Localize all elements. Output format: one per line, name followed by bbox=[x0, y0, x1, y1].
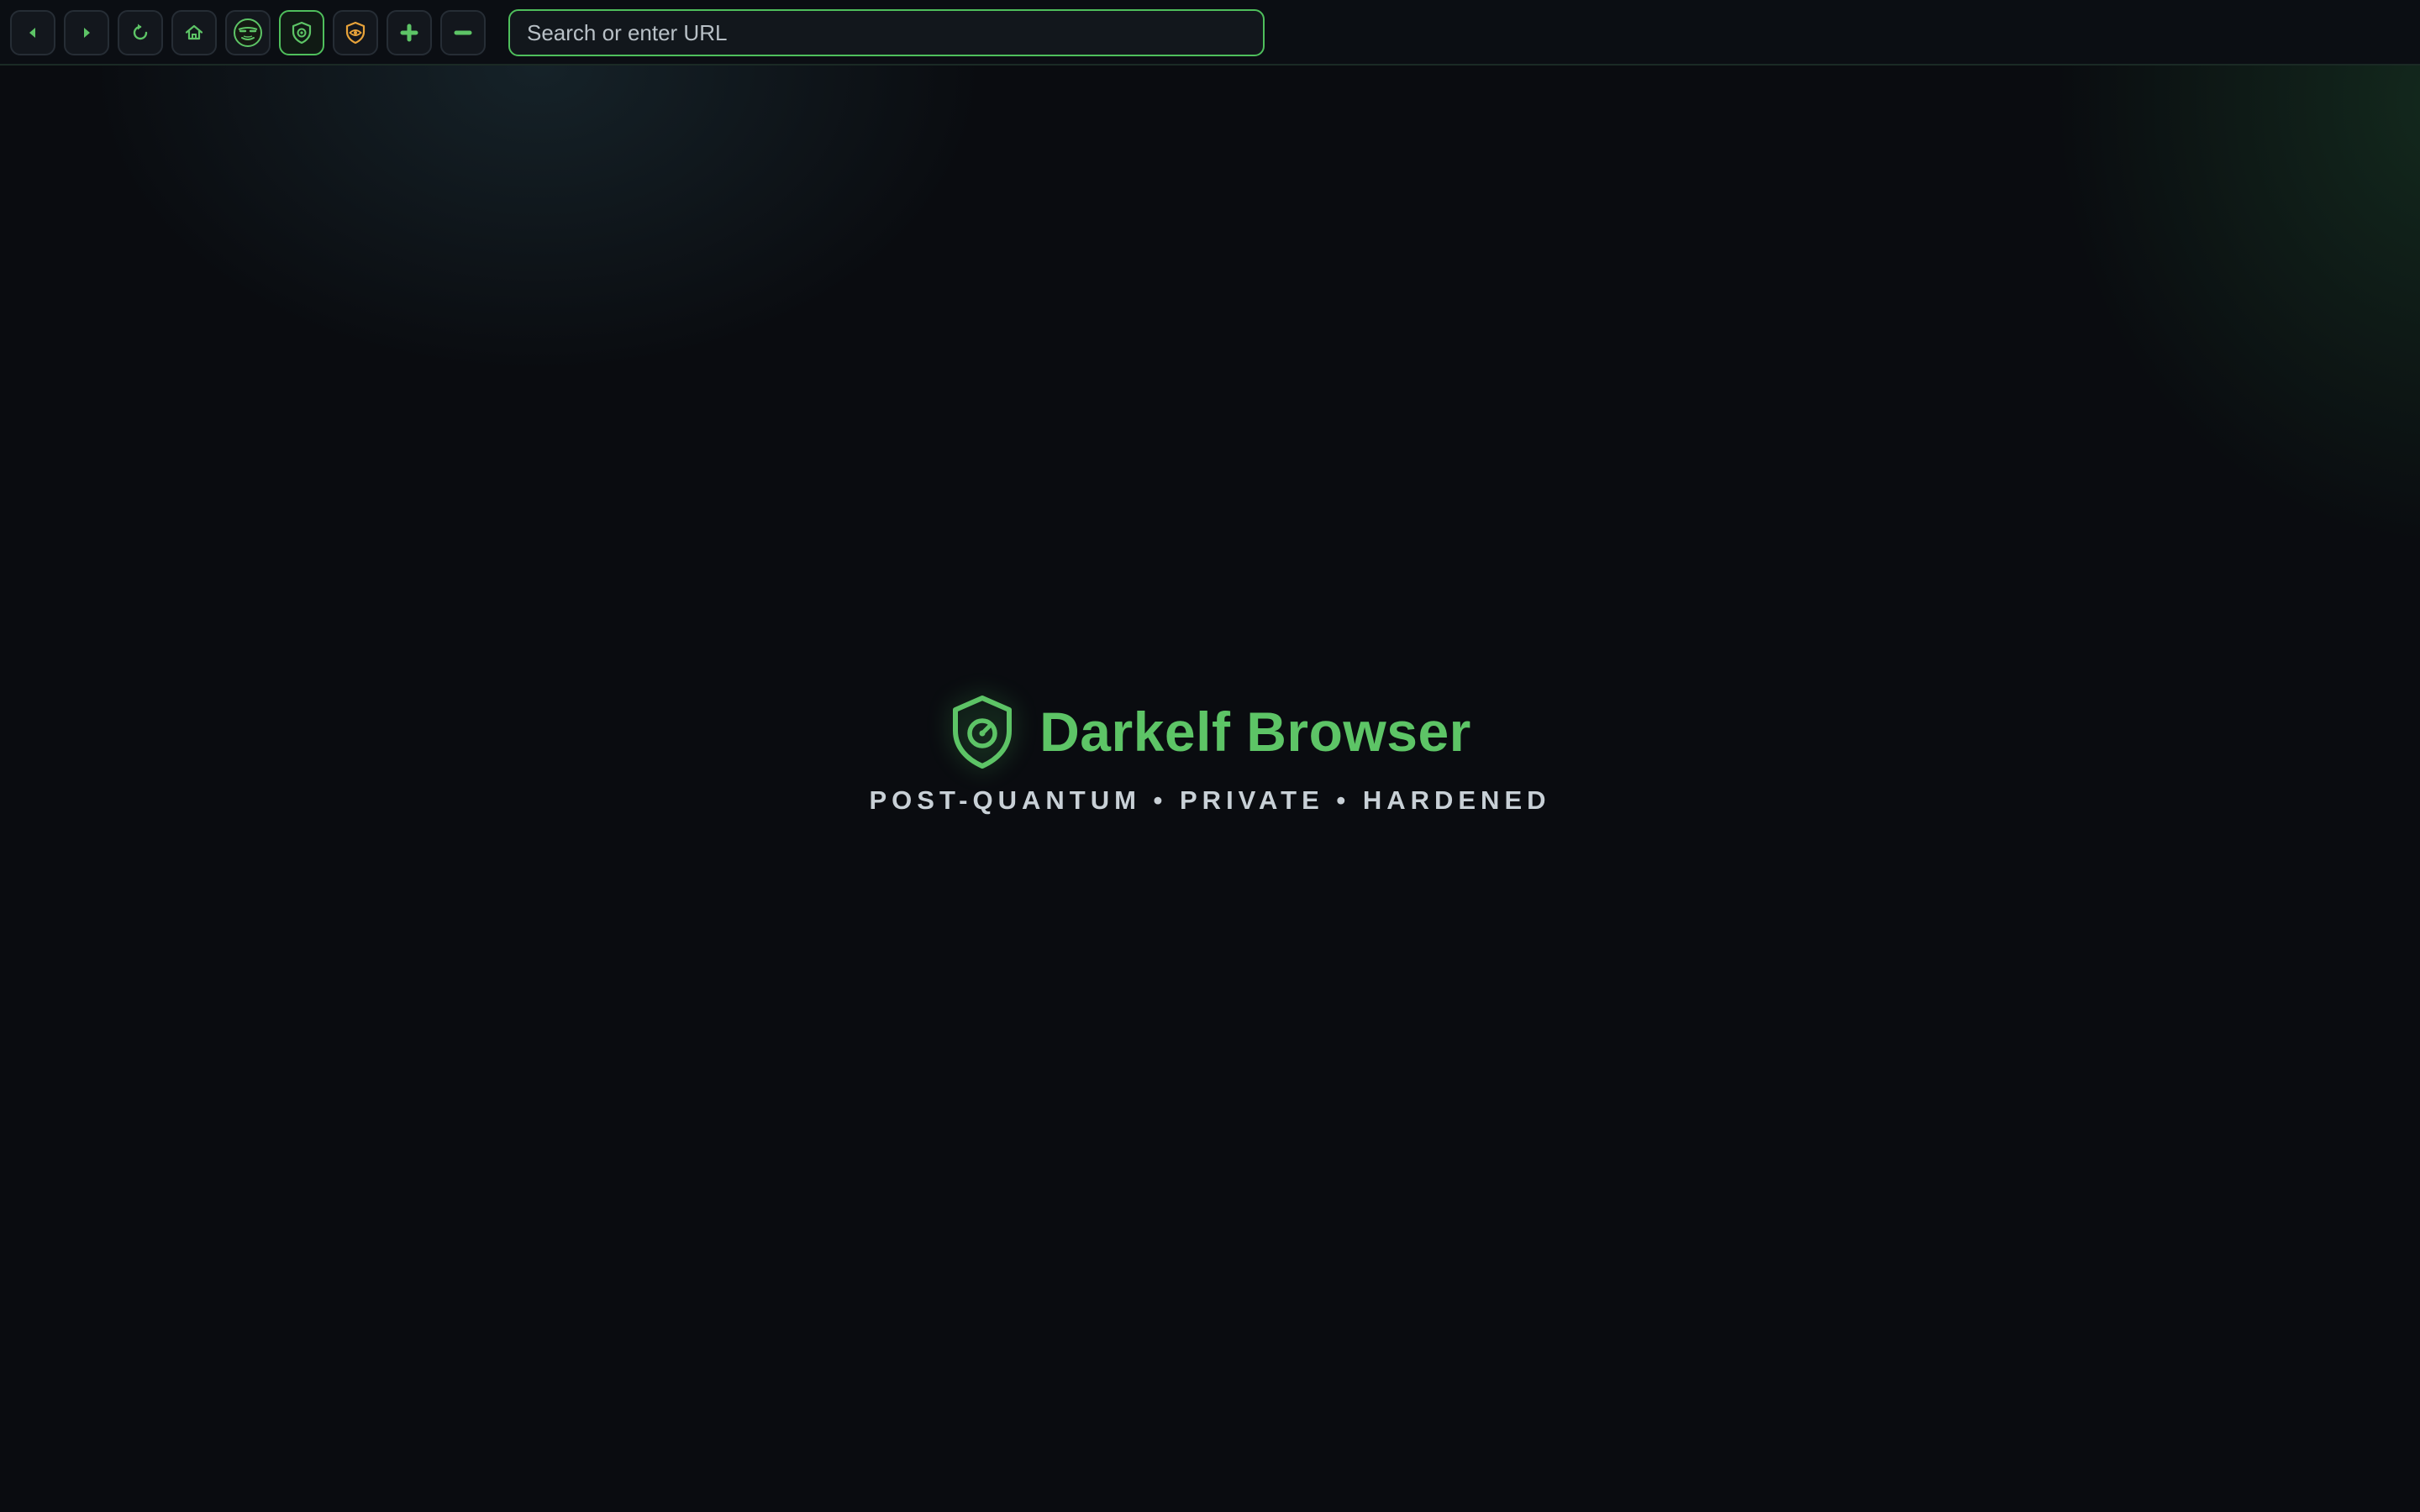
shield-icon bbox=[292, 21, 312, 45]
privacy-face-button[interactable] bbox=[225, 10, 271, 55]
masked-face-icon bbox=[234, 18, 262, 47]
browser-toolbar bbox=[0, 0, 2420, 66]
shield-button[interactable] bbox=[279, 10, 324, 55]
triangle-left-icon bbox=[29, 28, 35, 38]
minus-icon bbox=[454, 30, 472, 35]
home-button[interactable] bbox=[171, 10, 217, 55]
brand-title: Darkelf Browser bbox=[1039, 701, 1471, 763]
browser-window: Darkelf Browser POST-QUANTUM • PRIVATE •… bbox=[0, 0, 2420, 1512]
shield-gauge-icon bbox=[953, 696, 1013, 769]
triangle-right-icon bbox=[84, 28, 90, 38]
brand-row: Darkelf Browser bbox=[949, 694, 1471, 769]
start-page-hero: Darkelf Browser POST-QUANTUM • PRIVATE •… bbox=[0, 694, 2420, 816]
zoom-in-button[interactable] bbox=[387, 10, 432, 55]
forward-button[interactable] bbox=[64, 10, 109, 55]
reload-button[interactable] bbox=[118, 10, 163, 55]
zoom-out-button[interactable] bbox=[440, 10, 486, 55]
url-input[interactable] bbox=[508, 9, 1265, 56]
plus-icon bbox=[400, 24, 418, 42]
tracker-shield-button[interactable] bbox=[333, 10, 378, 55]
reload-icon bbox=[133, 24, 148, 40]
back-button[interactable] bbox=[10, 10, 55, 55]
brand-tagline: POST-QUANTUM • PRIVATE • HARDENED bbox=[869, 785, 1551, 815]
eye-shield-icon bbox=[345, 21, 366, 45]
home-icon bbox=[185, 24, 203, 40]
